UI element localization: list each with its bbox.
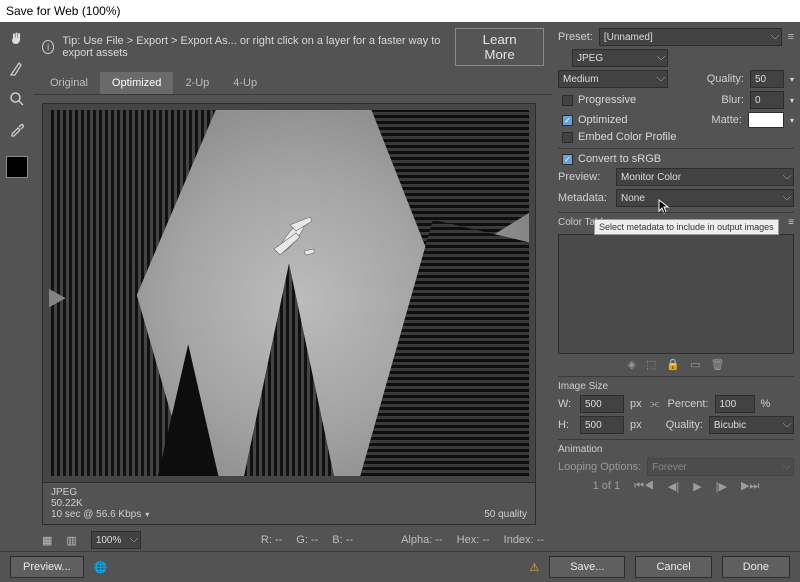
quality-preset-select[interactable]: Medium bbox=[558, 70, 668, 88]
tool-column bbox=[0, 22, 34, 551]
zoom-tool-icon[interactable] bbox=[6, 88, 28, 110]
chevron-down-icon[interactable]: ▾ bbox=[790, 116, 794, 125]
tip-bar: i Tip: Use File > Export > Export As... … bbox=[34, 22, 552, 72]
looping-label: Looping Options: bbox=[558, 461, 641, 473]
blur-input[interactable] bbox=[750, 91, 784, 109]
browser-preview-icon[interactable]: 🌐 bbox=[94, 561, 108, 574]
embed-profile-checkbox[interactable]: Embed Color Profile bbox=[558, 131, 676, 143]
status-quality: 50 quality bbox=[484, 509, 527, 520]
quality-label: Quality: bbox=[707, 73, 744, 85]
blur-label: Blur: bbox=[721, 94, 744, 106]
zoom-select[interactable]: 100% bbox=[91, 531, 141, 549]
info-bar: ▦ ▥ 100% R: -- G: -- B: -- Alpha: -- Hex… bbox=[34, 529, 552, 551]
pct-label: % bbox=[761, 398, 771, 410]
readout-b: B: -- bbox=[332, 534, 353, 546]
first-frame-icon: ⏮◀ bbox=[634, 480, 654, 493]
percent-label: Percent: bbox=[668, 398, 709, 410]
preview-tabs: Original Optimized 2-Up 4-Up bbox=[34, 72, 552, 95]
warning-icon: ⚠ bbox=[529, 561, 539, 574]
preset-select[interactable]: [Unnamed] bbox=[599, 28, 782, 46]
resample-quality-label: Quality: bbox=[666, 419, 703, 431]
last-frame-icon: ▶⏭ bbox=[741, 479, 759, 493]
play-icon: ▶ bbox=[693, 480, 701, 493]
chevron-down-icon[interactable]: ▾ bbox=[790, 96, 794, 105]
trash-icon[interactable]: 🗑 bbox=[711, 358, 725, 371]
tab-optimized[interactable]: Optimized bbox=[100, 72, 174, 94]
foreground-color-swatch[interactable] bbox=[6, 156, 28, 178]
dialog-footer: Preview... 🌐 ⚠ Save... Cancel Done bbox=[0, 551, 800, 582]
preview-canvas[interactable] bbox=[42, 103, 536, 483]
convert-srgb-checkbox[interactable]: ✓Convert to sRGB bbox=[558, 153, 794, 165]
tip-text: Tip: Use File > Export > Export As... or… bbox=[62, 35, 447, 59]
status-format: JPEG bbox=[51, 487, 149, 498]
resample-select[interactable]: Bicubic bbox=[709, 416, 794, 434]
status-filesize: 50.22K bbox=[51, 498, 149, 509]
ct-icon-2[interactable]: ⬚ bbox=[646, 358, 656, 371]
tab-2up[interactable]: 2-Up bbox=[173, 72, 221, 94]
preset-menu-icon[interactable]: ≡ bbox=[788, 31, 794, 43]
readout-index: Index: -- bbox=[504, 534, 544, 546]
readout-r: R: -- bbox=[261, 534, 282, 546]
cancel-button[interactable]: Cancel bbox=[635, 556, 711, 578]
preview-label: Preview: bbox=[558, 171, 610, 183]
width-label: W: bbox=[558, 398, 574, 410]
readout-g: G: -- bbox=[296, 534, 318, 546]
percent-input[interactable] bbox=[715, 395, 755, 413]
learn-more-button[interactable]: Learn More bbox=[455, 28, 544, 66]
frame-readout: 1 of 1 bbox=[593, 480, 621, 492]
chevron-down-icon[interactable]: ▾ bbox=[145, 510, 149, 519]
settings-panel: Preset: [Unnamed] ≡ JPEG Medium Quality:… bbox=[552, 22, 800, 551]
panel-menu-icon[interactable]: ≡ bbox=[788, 217, 794, 228]
quality-input[interactable] bbox=[750, 70, 784, 88]
width-input[interactable] bbox=[580, 395, 624, 413]
looping-select: Forever bbox=[647, 458, 794, 476]
px-label-2: px bbox=[630, 419, 642, 431]
preview-status: JPEG 50.22K 10 sec @ 56.6 Kbps ▾ 50 qual… bbox=[42, 483, 536, 525]
save-button[interactable]: Save... bbox=[549, 556, 625, 578]
format-select[interactable]: JPEG bbox=[572, 49, 668, 67]
color-table-grid bbox=[558, 234, 794, 354]
metadata-select[interactable]: None bbox=[616, 189, 794, 207]
next-frame-icon: |▶ bbox=[716, 480, 727, 493]
eyedropper-tool-icon[interactable] bbox=[6, 118, 28, 140]
done-button[interactable]: Done bbox=[722, 556, 790, 578]
optimized-checkbox[interactable]: ✓Optimized bbox=[558, 114, 628, 126]
toggle-slices-icon[interactable]: ▦ bbox=[42, 534, 52, 547]
new-swatch-icon[interactable]: ▭ bbox=[690, 358, 700, 371]
px-label: px bbox=[630, 398, 642, 410]
matte-swatch[interactable] bbox=[748, 112, 784, 128]
preview-select[interactable]: Monitor Color bbox=[616, 168, 794, 186]
prev-frame-icon: ◀| bbox=[668, 480, 679, 493]
readout-alpha: Alpha: -- bbox=[401, 534, 443, 546]
status-time: 10 sec @ 56.6 Kbps bbox=[51, 509, 141, 520]
height-label: H: bbox=[558, 419, 574, 431]
metadata-label: Metadata: bbox=[558, 192, 610, 204]
link-icon[interactable]: ⫘ bbox=[650, 398, 660, 411]
lock-icon[interactable]: 🔒 bbox=[666, 358, 680, 371]
tab-4up[interactable]: 4-Up bbox=[221, 72, 269, 94]
toggle-grid-icon[interactable]: ▥ bbox=[66, 534, 76, 547]
matte-label: Matte: bbox=[711, 114, 742, 126]
hand-tool-icon[interactable] bbox=[6, 28, 28, 50]
window-title: Save for Web (100%) bbox=[0, 0, 800, 22]
progressive-checkbox[interactable]: Progressive bbox=[558, 94, 636, 106]
chevron-down-icon[interactable]: ▾ bbox=[790, 75, 794, 84]
readout-hex: Hex: -- bbox=[457, 534, 490, 546]
info-icon: i bbox=[42, 40, 54, 54]
metadata-tooltip: Select metadata to include in output ima… bbox=[594, 219, 779, 235]
slice-tool-icon[interactable] bbox=[6, 58, 28, 80]
image-size-title: Image Size bbox=[558, 381, 794, 392]
height-input[interactable] bbox=[580, 416, 624, 434]
preview-button[interactable]: Preview... bbox=[10, 556, 84, 578]
tab-original[interactable]: Original bbox=[38, 72, 100, 94]
animation-title: Animation bbox=[558, 444, 794, 455]
ct-icon-1[interactable]: ◈ bbox=[628, 358, 636, 371]
preset-label: Preset: bbox=[558, 31, 593, 43]
